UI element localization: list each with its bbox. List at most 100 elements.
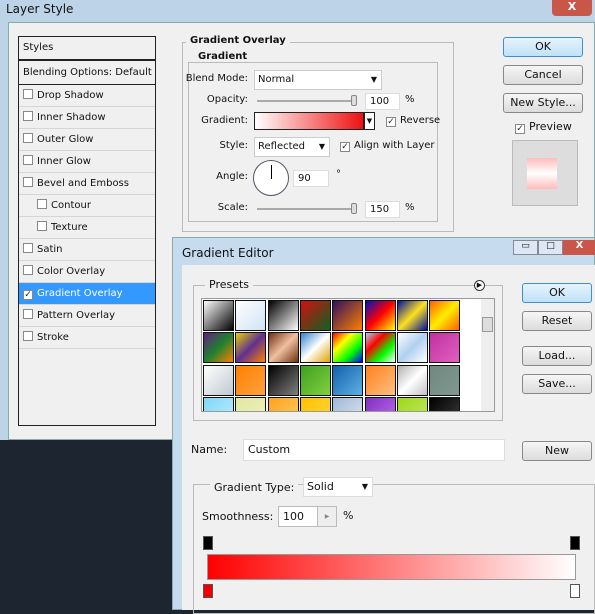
opacity-stop-left[interactable] bbox=[203, 536, 213, 550]
preset-swatch[interactable] bbox=[332, 300, 364, 331]
preview-checkbox[interactable]: ✓ Preview bbox=[515, 120, 572, 134]
save-button[interactable]: Save... bbox=[522, 374, 592, 394]
reset-button[interactable]: Reset bbox=[522, 311, 592, 331]
preset-swatch[interactable] bbox=[299, 300, 331, 331]
style-item[interactable]: Outer Glow bbox=[19, 129, 155, 151]
ok-button[interactable]: OK bbox=[503, 37, 583, 57]
new-style-button[interactable]: New Style... bbox=[503, 93, 583, 113]
style-item[interactable]: Satin bbox=[19, 239, 155, 261]
new-button[interactable]: New bbox=[522, 441, 592, 461]
scale-slider[interactable] bbox=[257, 208, 357, 210]
preset-swatch[interactable] bbox=[299, 332, 331, 364]
blending-options[interactable]: Blending Options: Default bbox=[19, 62, 155, 85]
scrollbar-thumb[interactable] bbox=[482, 317, 493, 332]
preset-swatch[interactable] bbox=[299, 396, 331, 411]
preset-swatch[interactable] bbox=[396, 396, 428, 411]
preset-swatch[interactable] bbox=[429, 332, 461, 364]
style-item[interactable]: Pattern Overlay bbox=[19, 305, 155, 327]
style-item[interactable]: Color Overlay bbox=[19, 261, 155, 283]
blend-mode-select[interactable]: Normal ▼ bbox=[254, 70, 382, 90]
checkbox[interactable] bbox=[23, 309, 33, 319]
preset-swatch[interactable] bbox=[267, 364, 299, 396]
checkbox[interactable] bbox=[23, 133, 33, 143]
presets-scrollbar[interactable] bbox=[481, 299, 494, 411]
checkbox[interactable] bbox=[23, 177, 33, 187]
preset-swatch[interactable] bbox=[267, 332, 299, 364]
preset-swatch[interactable] bbox=[364, 300, 396, 331]
gradient-dropdown-arrow[interactable]: ▼ bbox=[364, 112, 375, 130]
preset-swatch[interactable] bbox=[429, 396, 461, 411]
name-input[interactable]: Custom bbox=[243, 439, 505, 461]
preset-swatch[interactable] bbox=[332, 364, 364, 396]
scale-slider-thumb[interactable] bbox=[351, 203, 357, 214]
checkbox[interactable] bbox=[23, 243, 33, 253]
checkbox[interactable] bbox=[37, 199, 47, 209]
smoothness-stepper[interactable]: ▶ bbox=[317, 506, 337, 527]
preset-swatch[interactable] bbox=[332, 332, 364, 364]
style-select[interactable]: Reflected ▼ bbox=[254, 137, 330, 157]
checkbox[interactable]: ✓ bbox=[23, 290, 33, 300]
preset-swatch[interactable] bbox=[396, 300, 428, 331]
preset-swatch[interactable] bbox=[235, 396, 267, 411]
gradient-type-select[interactable]: Solid ▼ bbox=[303, 477, 373, 497]
close-button[interactable]: X bbox=[552, 0, 592, 16]
preset-swatch[interactable] bbox=[235, 364, 267, 396]
opacity-stop-right[interactable] bbox=[570, 536, 580, 550]
preset-swatch[interactable] bbox=[267, 300, 299, 331]
preset-swatch[interactable] bbox=[364, 364, 396, 396]
preset-swatch[interactable] bbox=[203, 300, 234, 331]
preset-swatch[interactable] bbox=[203, 396, 234, 411]
preset-swatch[interactable] bbox=[299, 364, 331, 396]
style-item[interactable]: ✓ Gradient Overlay bbox=[19, 283, 155, 305]
style-item[interactable]: Drop Shadow bbox=[19, 85, 155, 107]
preset-swatch[interactable] bbox=[429, 364, 461, 396]
window-title: Gradient Editor bbox=[182, 246, 274, 260]
chevron-down-icon: ▼ bbox=[370, 75, 377, 84]
preset-swatch[interactable] bbox=[235, 332, 267, 364]
close-button[interactable]: X bbox=[563, 240, 595, 255]
ok-button[interactable]: OK bbox=[522, 283, 592, 303]
color-stop-right[interactable] bbox=[570, 584, 580, 598]
style-item[interactable]: Contour bbox=[19, 195, 155, 217]
checkbox[interactable] bbox=[23, 89, 33, 99]
gradient-bar[interactable] bbox=[207, 554, 576, 580]
style-item[interactable]: Bevel and Emboss bbox=[19, 173, 155, 195]
preset-swatch[interactable] bbox=[364, 332, 396, 364]
opacity-slider[interactable] bbox=[257, 100, 357, 102]
presets-menu-icon[interactable]: ▶ bbox=[474, 280, 485, 291]
align-with-layer-checkbox[interactable]: ✓ Align with Layer bbox=[340, 140, 435, 152]
smoothness-input[interactable]: 100 bbox=[278, 506, 318, 527]
angle-dial[interactable] bbox=[253, 160, 289, 196]
checkbox[interactable] bbox=[23, 265, 33, 275]
load-button[interactable]: Load... bbox=[522, 346, 592, 366]
checkbox[interactable] bbox=[37, 221, 47, 231]
preset-swatch[interactable] bbox=[396, 332, 428, 364]
preset-swatch[interactable] bbox=[203, 332, 234, 364]
cancel-button[interactable]: Cancel bbox=[503, 65, 583, 85]
preset-swatch[interactable] bbox=[429, 300, 461, 331]
checkbox[interactable] bbox=[23, 111, 33, 121]
opacity-input[interactable]: 100 bbox=[365, 93, 400, 110]
minimize-button[interactable]: ▭ bbox=[513, 240, 538, 255]
style-item[interactable]: Texture bbox=[19, 217, 155, 239]
style-item[interactable]: Inner Shadow bbox=[19, 107, 155, 129]
maximize-button[interactable]: □ bbox=[538, 240, 563, 255]
color-stop-left[interactable] bbox=[203, 584, 213, 598]
styles-header[interactable]: Styles bbox=[19, 37, 155, 61]
style-item[interactable]: Inner Glow bbox=[19, 151, 155, 173]
checkbox[interactable] bbox=[23, 155, 33, 165]
reverse-checkbox[interactable]: ✓ Reverse bbox=[386, 115, 440, 127]
checkbox[interactable] bbox=[23, 331, 33, 341]
preset-swatch[interactable] bbox=[364, 396, 396, 411]
style-item[interactable]: Stroke bbox=[19, 327, 155, 349]
gradient-picker[interactable] bbox=[254, 112, 364, 130]
preset-swatch[interactable] bbox=[203, 364, 234, 396]
section-title: Gradient Overlay bbox=[186, 35, 290, 46]
preset-swatch[interactable] bbox=[235, 300, 267, 331]
scale-input[interactable]: 150 bbox=[365, 201, 400, 218]
angle-input[interactable]: 90 bbox=[293, 170, 329, 187]
preset-swatch[interactable] bbox=[396, 364, 428, 396]
opacity-slider-thumb[interactable] bbox=[351, 95, 357, 106]
preset-swatch[interactable] bbox=[267, 396, 299, 411]
preset-swatch[interactable] bbox=[332, 396, 364, 411]
